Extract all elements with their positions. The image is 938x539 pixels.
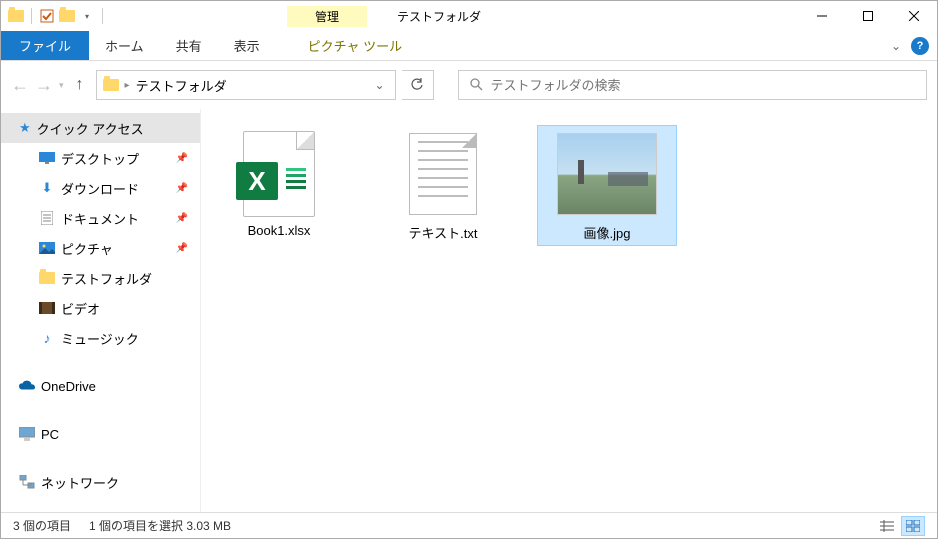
- download-icon: ⬇: [39, 180, 55, 196]
- sidebar-item-label: ビデオ: [61, 299, 100, 318]
- folder-icon: [103, 79, 119, 91]
- help-icon[interactable]: ?: [911, 37, 929, 55]
- file-tab[interactable]: ファイル: [1, 31, 89, 60]
- contextual-tab-header: 管理: [287, 6, 367, 27]
- refresh-button[interactable]: [402, 70, 434, 100]
- qat-dropdown-icon[interactable]: ▾: [78, 7, 96, 25]
- sidebar-item-label: デスクトップ: [61, 149, 139, 168]
- new-folder-icon[interactable]: [58, 7, 76, 25]
- minimize-button[interactable]: [799, 1, 845, 31]
- music-icon: ♪: [39, 330, 55, 346]
- pc-icon: [19, 426, 35, 442]
- sidebar-item-label: OneDrive: [41, 379, 96, 394]
- sidebar-item-network[interactable]: ネットワーク: [1, 467, 200, 497]
- sidebar-item-documents[interactable]: ドキュメント 📌: [1, 203, 200, 233]
- window-title: テストフォルダ: [397, 8, 481, 25]
- address-dropdown-icon[interactable]: ⌄: [370, 78, 388, 92]
- sidebar-item-downloads[interactable]: ⬇ ダウンロード 📌: [1, 173, 200, 203]
- pin-icon: 📌: [176, 243, 188, 254]
- star-icon: ★: [19, 120, 31, 136]
- file-list[interactable]: X Book1.xlsx テキスト.txt 画像.jpg: [201, 109, 937, 512]
- sidebar-item-label: PC: [41, 427, 59, 442]
- tab-share[interactable]: 共有: [160, 31, 218, 60]
- nav-arrows: ← → ▾: [11, 75, 64, 96]
- selection-info: 1 個の項目を選択 3.03 MB: [89, 517, 231, 534]
- sidebar-item-label: ダウンロード: [61, 179, 139, 198]
- file-item-excel[interactable]: X Book1.xlsx: [209, 125, 349, 242]
- pin-icon: 📌: [176, 153, 188, 164]
- title-bar: ▾ 管理 テストフォルダ: [1, 1, 937, 31]
- address-bar[interactable]: ▸ テストフォルダ ⌄: [96, 70, 396, 100]
- excel-file-icon: X: [229, 129, 329, 219]
- sidebar-item-label: ピクチャ: [61, 239, 113, 258]
- text-file-icon: [393, 129, 493, 219]
- quick-access-label: クイック アクセス: [37, 119, 144, 138]
- navigation-pane: ★ クイック アクセス デスクトップ 📌 ⬇ ダウンロード 📌 ドキュメント 📌…: [1, 109, 201, 512]
- file-item-text[interactable]: テキスト.txt: [373, 125, 513, 246]
- search-box[interactable]: [458, 70, 927, 100]
- sidebar-item-music[interactable]: ♪ ミュージック: [1, 323, 200, 353]
- desktop-icon: [39, 150, 55, 166]
- up-button[interactable]: ↑: [70, 76, 90, 94]
- status-bar: 3 個の項目 1 個の項目を選択 3.03 MB: [1, 512, 937, 538]
- search-icon: [469, 77, 483, 94]
- details-view-button[interactable]: [875, 516, 899, 536]
- navigation-bar: ← → ▾ ↑ ▸ テストフォルダ ⌄: [1, 61, 937, 109]
- folder-icon: [39, 270, 55, 286]
- sidebar-item-label: ミュージック: [61, 329, 139, 348]
- separator: [31, 8, 32, 24]
- sidebar-item-pictures[interactable]: ピクチャ 📌: [1, 233, 200, 263]
- thumbnails-view-button[interactable]: [901, 516, 925, 536]
- sidebar-item-test-folder[interactable]: テストフォルダ: [1, 263, 200, 293]
- expand-ribbon-icon[interactable]: ⌄: [891, 39, 901, 53]
- tab-view[interactable]: 表示: [218, 31, 276, 60]
- sidebar-item-label: ドキュメント: [61, 209, 139, 228]
- tab-home[interactable]: ホーム: [89, 31, 160, 60]
- image-thumbnail: [557, 129, 657, 219]
- picture-icon: [39, 240, 55, 256]
- file-name: Book1.xlsx: [248, 223, 311, 238]
- back-button[interactable]: ←: [11, 75, 29, 96]
- video-icon: [39, 300, 55, 316]
- history-dropdown-icon[interactable]: ▾: [59, 80, 64, 91]
- window-controls: [799, 1, 937, 31]
- forward-button[interactable]: →: [35, 75, 53, 96]
- pin-icon: 📌: [176, 213, 188, 224]
- sidebar-item-pc[interactable]: PC: [1, 419, 200, 449]
- pin-icon: 📌: [176, 183, 188, 194]
- folder-app-icon: [7, 7, 25, 25]
- tab-picture-tools[interactable]: ピクチャ ツール: [292, 31, 418, 60]
- separator: [102, 8, 103, 24]
- sidebar-item-label: テストフォルダ: [61, 269, 152, 288]
- sidebar-item-onedrive[interactable]: OneDrive: [1, 371, 200, 401]
- file-name: 画像.jpg: [584, 223, 631, 242]
- network-icon: [19, 474, 35, 490]
- file-item-image[interactable]: 画像.jpg: [537, 125, 677, 246]
- ribbon-tabs: ファイル ホーム 共有 表示 ピクチャ ツール ⌄ ?: [1, 31, 937, 61]
- crumb-separator-icon[interactable]: ▸: [125, 80, 130, 91]
- search-input[interactable]: [491, 78, 916, 93]
- breadcrumb[interactable]: テストフォルダ: [136, 76, 227, 95]
- maximize-button[interactable]: [845, 1, 891, 31]
- close-button[interactable]: [891, 1, 937, 31]
- sidebar-item-desktop[interactable]: デスクトップ 📌: [1, 143, 200, 173]
- document-icon: [39, 210, 55, 226]
- body-area: ★ クイック アクセス デスクトップ 📌 ⬇ ダウンロード 📌 ドキュメント 📌…: [1, 109, 937, 512]
- quick-access[interactable]: ★ クイック アクセス: [1, 113, 200, 143]
- quick-access-toolbar: ▾: [1, 7, 107, 25]
- sidebar-item-label: ネットワーク: [41, 473, 119, 492]
- item-count: 3 個の項目: [13, 517, 71, 534]
- onedrive-icon: [19, 378, 35, 394]
- file-name: テキスト.txt: [409, 223, 478, 242]
- sidebar-item-videos[interactable]: ビデオ: [1, 293, 200, 323]
- properties-icon[interactable]: [38, 7, 56, 25]
